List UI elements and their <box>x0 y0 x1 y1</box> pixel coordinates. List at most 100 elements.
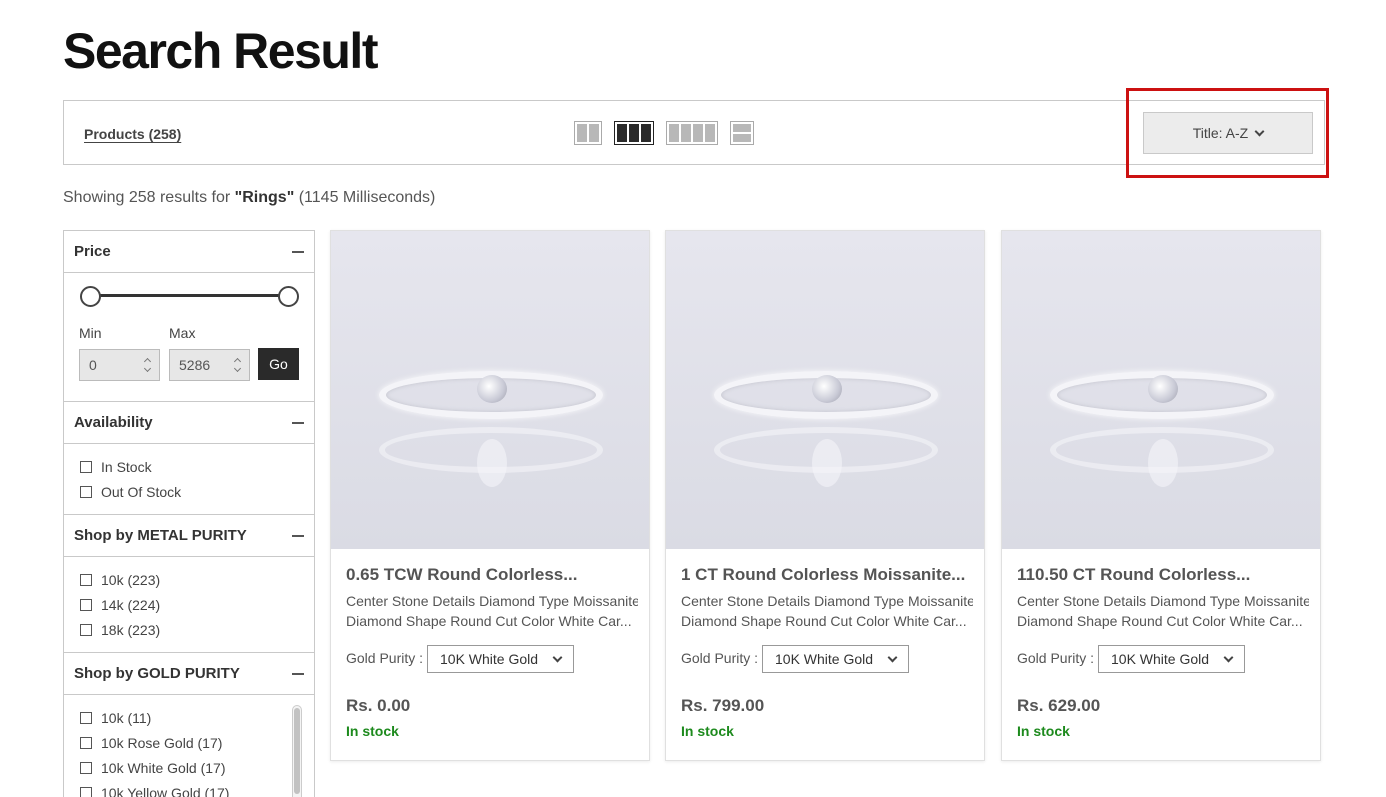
product-image[interactable] <box>666 231 984 549</box>
description-line: Center Stone Details Diamond Type Moissa… <box>1017 593 1309 609</box>
results-prefix: Showing 258 results for <box>63 189 235 206</box>
results-suffix: (1145 Milliseconds) <box>294 189 436 206</box>
page-title: Search Result <box>63 23 378 79</box>
price-filter-header[interactable]: Price <box>64 231 314 273</box>
option-label: Gold Purity : <box>1017 650 1095 666</box>
filter-option[interactable]: 10k White Gold (17) <box>80 755 298 780</box>
gold-purity-filter-header[interactable]: Shop by GOLD PURITY <box>64 653 314 695</box>
collapse-icon[interactable] <box>292 421 304 424</box>
chevron-down-icon <box>887 652 898 662</box>
gold-purity-filter: Shop by GOLD PURITY 10k (11) 10k Rose Go… <box>64 653 314 797</box>
list-view-icon[interactable] <box>730 121 754 145</box>
price-slider-track[interactable] <box>90 294 288 297</box>
product-card[interactable]: 0.65 TCW Round Colorless... Center Stone… <box>330 230 650 761</box>
results-summary: Showing 258 results for "Rings" (1145 Mi… <box>63 189 435 207</box>
chevron-down-icon <box>1223 652 1234 662</box>
filter-option[interactable]: 10k Yellow Gold (17) <box>80 780 298 797</box>
collapse-icon[interactable] <box>292 534 304 537</box>
option-label: 10k Yellow Gold (17) <box>101 784 230 797</box>
price-min-input[interactable]: 0 <box>79 349 160 381</box>
gold-purity-select[interactable]: 10K White Gold <box>762 645 909 673</box>
option-label: 10k (223) <box>101 571 161 588</box>
metal-purity-filter-header[interactable]: Shop by METAL PURITY <box>64 515 314 557</box>
sort-label: Title: A-Z <box>1192 125 1249 141</box>
metal-purity-filter-title: Shop by METAL PURITY <box>74 527 247 544</box>
checkbox[interactable] <box>80 598 92 611</box>
checkbox[interactable] <box>80 786 92 797</box>
chevron-down-icon <box>552 652 563 662</box>
gold-purity-filter-title: Shop by GOLD PURITY <box>74 665 240 682</box>
option-label: 18k (223) <box>101 621 161 638</box>
checkbox[interactable] <box>80 573 92 586</box>
price-max-handle[interactable] <box>278 286 299 307</box>
price-go-button[interactable]: Go <box>258 348 299 380</box>
option-label: 10k White Gold (17) <box>101 759 226 776</box>
checkbox[interactable] <box>80 736 92 749</box>
product-price: Rs. 799.00 <box>681 696 765 715</box>
description-line: Diamond Shape Round Cut Color White Car.… <box>346 613 632 629</box>
stock-status: In stock <box>1017 723 1070 739</box>
price-max-input[interactable]: 5286 <box>169 349 250 381</box>
availability-filter: Availability In Stock Out Of Stock <box>64 402 314 515</box>
price-max-value: 5286 <box>179 357 211 373</box>
checkbox[interactable] <box>80 460 92 473</box>
filter-option[interactable]: 10k (11) <box>80 705 298 730</box>
product-title[interactable]: 110.50 CT Round Colorless... <box>1017 565 1309 585</box>
filter-option[interactable]: In Stock <box>80 454 298 479</box>
checkbox[interactable] <box>80 485 92 498</box>
collapse-icon[interactable] <box>292 250 304 253</box>
filter-option[interactable]: Out Of Stock <box>80 479 298 504</box>
products-count-tab[interactable]: Products (258) <box>84 126 181 142</box>
product-card[interactable]: 110.50 CT Round Colorless... Center Ston… <box>1001 230 1321 761</box>
filter-option[interactable]: 10k Rose Gold (17) <box>80 730 298 755</box>
filter-option[interactable]: 18k (223) <box>80 617 298 642</box>
product-image[interactable] <box>1002 231 1320 549</box>
gold-purity-select[interactable]: 10K White Gold <box>1098 645 1245 673</box>
product-price: Rs. 629.00 <box>1017 696 1101 715</box>
filter-option[interactable]: 14k (224) <box>80 592 298 617</box>
filter-scrollbar[interactable] <box>292 705 302 797</box>
stock-status: In stock <box>346 723 399 739</box>
stepper-icon[interactable] <box>233 357 242 373</box>
product-title[interactable]: 1 CT Round Colorless Moissanite... <box>681 565 973 585</box>
metal-purity-filter: Shop by METAL PURITY 10k (223) 14k (224)… <box>64 515 314 653</box>
product-card[interactable]: 1 CT Round Colorless Moissanite... Cente… <box>665 230 985 761</box>
checkbox[interactable] <box>80 711 92 724</box>
description-line: Center Stone Details Diamond Type Moissa… <box>346 593 638 609</box>
checkbox[interactable] <box>80 623 92 636</box>
price-min-handle[interactable] <box>80 286 101 307</box>
product-title[interactable]: 0.65 TCW Round Colorless... <box>346 565 638 585</box>
grid-3-view-icon[interactable] <box>614 121 654 145</box>
option-value: 10K White Gold <box>440 651 539 667</box>
stepper-icon[interactable] <box>143 357 152 373</box>
option-label: 10k Rose Gold (17) <box>101 734 223 751</box>
description-line: Diamond Shape Round Cut Color White Car.… <box>681 613 967 629</box>
availability-filter-header[interactable]: Availability <box>64 402 314 444</box>
min-label: Min <box>79 325 102 341</box>
gold-purity-select[interactable]: 10K White Gold <box>427 645 574 673</box>
option-label: Out Of Stock <box>101 483 182 500</box>
option-label: 14k (224) <box>101 596 161 613</box>
availability-filter-title: Availability <box>74 414 153 431</box>
view-switcher <box>574 121 754 145</box>
option-label: 10k (11) <box>101 709 152 726</box>
scrollbar-thumb[interactable] <box>294 708 300 794</box>
stock-status: In stock <box>681 723 734 739</box>
option-label: Gold Purity : <box>681 650 759 666</box>
option-value: 10K White Gold <box>1111 651 1210 667</box>
grid-2-view-icon[interactable] <box>574 121 602 145</box>
option-label: Gold Purity : <box>346 650 424 666</box>
price-filter-title: Price <box>74 243 111 260</box>
product-image[interactable] <box>331 231 649 549</box>
results-toolbar: Products (258) Title: A-Z <box>63 100 1325 165</box>
chevron-down-icon <box>1254 126 1265 136</box>
product-description: Center Stone Details Diamond Type Moissa… <box>1017 591 1309 631</box>
sort-dropdown[interactable]: Title: A-Z <box>1143 112 1313 154</box>
results-query: "Rings" <box>234 189 295 206</box>
checkbox[interactable] <box>80 761 92 774</box>
option-value: 10K White Gold <box>775 651 874 667</box>
description-line: Diamond Shape Round Cut Color White Car.… <box>1017 613 1303 629</box>
grid-4-view-icon[interactable] <box>666 121 718 145</box>
collapse-icon[interactable] <box>292 672 304 675</box>
filter-option[interactable]: 10k (223) <box>80 567 298 592</box>
